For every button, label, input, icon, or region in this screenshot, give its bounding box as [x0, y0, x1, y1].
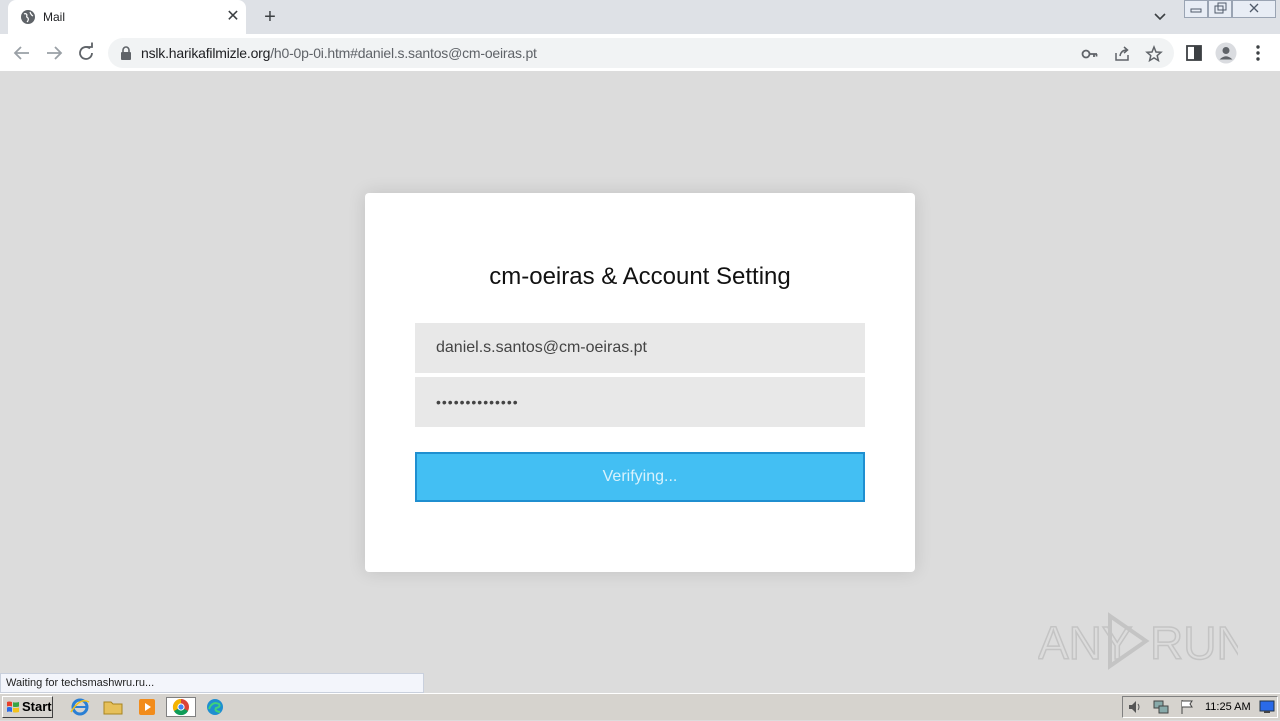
svg-text:RUN: RUN	[1150, 617, 1238, 669]
address-bar[interactable]: nslk.harikafilmizle.org/h0-0p-0i.htm#dan…	[108, 38, 1174, 68]
forward-icon[interactable]	[42, 41, 66, 65]
system-tray: 11:25 AM	[1122, 696, 1278, 718]
side-panel-icon[interactable]	[1185, 44, 1203, 62]
status-bubble: Waiting for techsmashwru.ru...	[0, 673, 424, 693]
globe-icon	[21, 10, 35, 24]
key-icon[interactable]	[1081, 45, 1099, 63]
folder-icon[interactable]	[102, 697, 124, 717]
plus-icon[interactable]: +	[258, 5, 282, 29]
lock-icon[interactable]	[120, 46, 132, 60]
flag-icon[interactable]	[1179, 699, 1195, 715]
chevron-down-icon[interactable]	[1150, 8, 1170, 26]
taskbar: Start 11:25 AM	[0, 693, 1280, 720]
card-title: cm-oeiras & Account Setting	[489, 263, 791, 290]
window-close-button[interactable]	[1232, 0, 1276, 18]
star-icon[interactable]	[1145, 45, 1163, 63]
tab-mail[interactable]: Mail ✕	[8, 0, 246, 34]
tab-strip: Mail ✕ +	[0, 0, 1280, 34]
menu-icon[interactable]	[1249, 44, 1267, 62]
restore-button[interactable]	[1208, 0, 1232, 18]
start-label: Start	[22, 699, 52, 714]
url-text: nslk.harikafilmizle.org/h0-0p-0i.htm#dan…	[141, 45, 537, 61]
verify-button[interactable]: Verifying...	[415, 452, 865, 502]
clock[interactable]: 11:25 AM	[1205, 701, 1251, 713]
media-icon[interactable]	[136, 697, 158, 717]
tab-title: Mail	[43, 10, 66, 24]
page-viewport: cm-oeiras & Account Setting daniel.s.san…	[0, 71, 1280, 673]
url-host: nslk.harikafilmizle.org	[141, 45, 271, 61]
browser-toolbar: nslk.harikafilmizle.org/h0-0p-0i.htm#dan…	[0, 34, 1280, 72]
profile-icon[interactable]	[1215, 42, 1237, 64]
url-path: /h0-0p-0i.htm#daniel.s.santos@cm-oeiras.…	[270, 45, 537, 61]
desktop-icon[interactable]	[1259, 700, 1275, 714]
password-field[interactable]: ••••••••••••••	[415, 377, 865, 427]
taskbar-chrome-button[interactable]	[166, 697, 196, 717]
close-icon[interactable]: ✕	[224, 8, 242, 26]
ie-icon[interactable]	[69, 697, 91, 717]
start-button[interactable]: Start	[2, 696, 53, 718]
back-icon[interactable]	[10, 41, 34, 65]
network-icon[interactable]	[1153, 699, 1169, 715]
chrome-icon	[172, 698, 189, 716]
anyrun-watermark-logo: ANY RUN	[1038, 612, 1238, 670]
reload-icon[interactable]	[74, 41, 98, 65]
share-icon[interactable]	[1113, 45, 1131, 63]
login-card: cm-oeiras & Account Setting daniel.s.san…	[365, 193, 915, 572]
email-field[interactable]: daniel.s.santos@cm-oeiras.pt	[415, 323, 865, 373]
edge-icon[interactable]	[204, 697, 226, 717]
minimize-button[interactable]	[1184, 0, 1208, 18]
start-flag-icon	[7, 701, 19, 713]
speaker-icon[interactable]	[1127, 699, 1143, 715]
